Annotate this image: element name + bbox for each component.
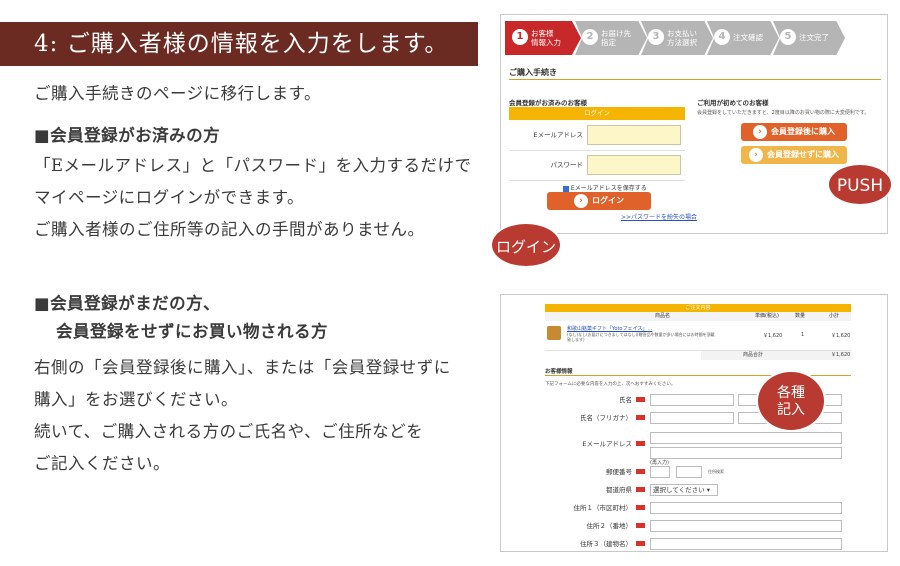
- postal-2-input[interactable]: [676, 466, 702, 478]
- order-item-row: 和歌山銘菓ギフト「Yotoフェイス」… (なし)なし(お届けにつきましてはなし)…: [545, 322, 851, 351]
- last-name-input[interactable]: [650, 394, 734, 406]
- step-2: 2 お届け先 指定: [575, 21, 647, 55]
- arrow-icon: ›: [753, 124, 767, 139]
- arrow-icon: ›: [574, 193, 588, 208]
- postal-row: 郵便番号 住所検索: [606, 466, 724, 478]
- arrow-icon: ›: [749, 147, 763, 162]
- forgot-password-link[interactable]: >>パスワードを紛失の場合: [621, 212, 697, 221]
- divider: [509, 79, 881, 80]
- last-kana-input[interactable]: [650, 412, 734, 424]
- member-heading: ■会員登録がお済みの方: [34, 126, 221, 145]
- postal-search-link[interactable]: 住所検索: [708, 469, 724, 475]
- member-line-3: ご購入者様のご住所等の記入の手間がありません。: [34, 220, 425, 239]
- prefecture-select[interactable]: 選択してください ▾: [650, 484, 718, 496]
- address2-input[interactable]: [650, 520, 842, 532]
- subtotal: ￥1,620: [831, 333, 851, 339]
- product-note: (なし)なし(お届けにつきましてはなし)(贈答品や数量が多い場合にはお時間を頂戴…: [567, 332, 715, 342]
- total-label: 商品合計: [743, 352, 764, 358]
- guest-line-3: 続いて、ご購入される方のご氏名や、ご住所などを: [34, 422, 424, 441]
- password-input[interactable]: [587, 155, 681, 175]
- prefecture-row: 都道府県 選択してください ▾: [546, 481, 844, 499]
- guest-line-4: ご記入ください。: [34, 454, 170, 473]
- intro-text: ご購入手続きのページに移行します。: [34, 84, 322, 103]
- order-total-row: 商品合計 ￥1,620: [701, 351, 851, 360]
- first-time-note: 会員登録をしていただきますと、2度目以降のお買い物の際に大変便利です。: [697, 110, 870, 116]
- remember-label: Eメールアドレスを保存する: [570, 185, 647, 192]
- remember-row: Eメールアドレスを保存する: [563, 183, 647, 192]
- email-confirm-input[interactable]: [650, 447, 842, 459]
- guest-heading-2: 会員登録をせずにお買い物される方: [56, 322, 328, 341]
- email-input[interactable]: [650, 432, 842, 444]
- customer-form-screenshot: ご注文内容 商品名 単価(税込) 数量 小計 和歌山銘菓ギフト「Yotoフェイス…: [500, 294, 888, 552]
- address2-row: 住所２（番地）: [546, 517, 844, 535]
- order-header: ご注文内容: [545, 304, 851, 312]
- register-buy-button[interactable]: › 会員登録後に購入: [741, 123, 847, 141]
- total-value: ￥1,620: [831, 352, 851, 358]
- login-header: ログイン: [509, 107, 685, 120]
- first-time-title: ご利用が初めてのお客様: [697, 99, 769, 107]
- chevron-down-icon: ▾: [704, 486, 710, 494]
- order-columns: 商品名 単価(税込) 数量 小計: [545, 312, 851, 321]
- login-button[interactable]: › ログイン: [547, 192, 651, 210]
- postal-1-input[interactable]: [650, 466, 670, 478]
- customer-title: お客様情報: [545, 369, 573, 375]
- address1-input[interactable]: [650, 502, 842, 514]
- email-row: Eメールアドレス (再入力): [546, 429, 844, 466]
- address1-row: 住所１（市区町村）: [546, 499, 844, 517]
- guest-line-2: 購入」をお選びください。: [34, 390, 238, 409]
- step-4: 4 注文確認: [707, 21, 779, 55]
- quantity: 1: [801, 332, 805, 338]
- guest-heading-1: ■会員登録がまだの方、: [34, 294, 221, 313]
- remember-checkbox[interactable]: [563, 185, 569, 192]
- login-page-screenshot: 1 お客様 情報入力 2 お届け先 指定 3 お支払い 方法選択 4 注文確認 5 注…: [500, 14, 888, 234]
- procedure-title: ご購入手続き: [509, 68, 557, 77]
- member-line-1: 「Eメールアドレス」と「パスワード」を入力するだけで: [34, 156, 472, 175]
- email-label: Eメールアドレス: [533, 131, 583, 139]
- password-row: パスワード: [509, 150, 685, 181]
- guest-line-1: 右側の「会員登録後に購入」、または「会員登録せずに: [34, 358, 451, 377]
- password-label: パスワード: [550, 161, 584, 169]
- address3-input[interactable]: [650, 538, 842, 550]
- member-title: 会員登録がお済みのお客様: [509, 99, 587, 107]
- member-line-2: マイページにログインができます。: [34, 188, 305, 207]
- push-badge: PUSH: [827, 163, 893, 206]
- guest-buy-button[interactable]: › 会員登録せずに購入: [741, 146, 847, 164]
- customer-note: 下記フォームに必要な内容を入力の上、次へおすすみください。: [545, 382, 676, 387]
- email-input[interactable]: [587, 125, 681, 145]
- step-3: 3 お支払い 方法選択: [641, 21, 713, 55]
- login-badge: ログイン: [490, 222, 562, 268]
- product-image: [547, 326, 561, 340]
- step-1: 1 お客様 情報入力: [505, 21, 581, 55]
- product-name-link[interactable]: 和歌山銘菓ギフト「Yotoフェイス」…: [567, 325, 652, 332]
- fill-in-badge: 各種 記入: [756, 370, 826, 432]
- unit-price: ￥1,620: [763, 333, 783, 339]
- address3-row: 住所３（建物名）: [546, 535, 844, 551]
- step-5: 5 注文完了: [773, 21, 845, 55]
- email-row: Eメールアドレス: [509, 120, 685, 151]
- section-banner: 4: ご購入者様の情報を入力をします。: [0, 22, 478, 66]
